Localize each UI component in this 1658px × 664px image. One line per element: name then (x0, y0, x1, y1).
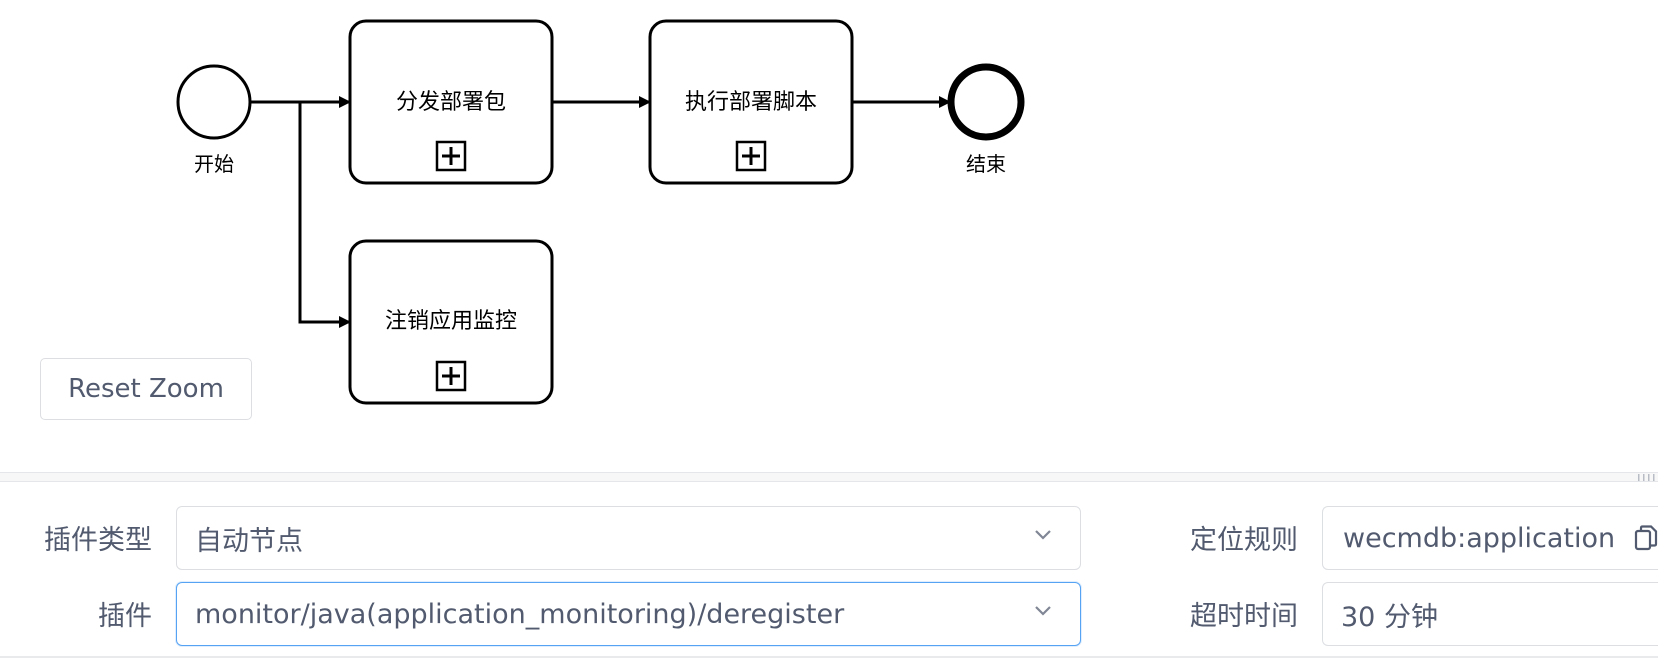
timeout-field[interactable]: 30 分钟 (1322, 582, 1658, 646)
start-event-label: 开始 (194, 152, 234, 176)
flow-start-to-deregister[interactable] (298, 102, 351, 328)
bottom-divider (0, 656, 1658, 658)
plugin-label: 插件 (98, 601, 152, 632)
subprocess-expand-icon[interactable] (435, 360, 467, 392)
splitter-grip-icon[interactable] (1638, 474, 1658, 481)
workflow-editor: 开始 分发部署包 执行部署脚本 注销应用监控 结束 Reset Zoom 插件类… (0, 0, 1658, 664)
locate-rule-label: 定位规则 (1190, 525, 1298, 556)
end-event[interactable] (947, 63, 1025, 141)
copy-icon[interactable] (1634, 525, 1658, 551)
plugin-value: monitor/java(application_monitoring)/der… (195, 598, 845, 630)
chevron-down-icon (1035, 606, 1051, 616)
node-properties-panel: 插件类型 自动节点 插件 monitor/java(application_mo… (0, 482, 1658, 664)
task-distribute-package[interactable]: 分发部署包 (348, 19, 554, 185)
subprocess-expand-icon[interactable] (735, 140, 767, 172)
timeout-value: 30 分钟 (1341, 601, 1438, 633)
start-event[interactable] (176, 64, 252, 140)
plugin-type-value: 自动节点 (195, 525, 303, 557)
task-execute-script-label: 执行部署脚本 (685, 90, 817, 115)
task-deregister-monitoring[interactable]: 注销应用监控 (348, 239, 554, 405)
plugin-select[interactable]: monitor/java(application_monitoring)/der… (176, 582, 1081, 646)
plugin-type-select[interactable]: 自动节点 (176, 506, 1081, 570)
locate-rule-value: wecmdb:application (1343, 522, 1616, 554)
timeout-label: 超时时间 (1190, 601, 1298, 632)
panel-splitter[interactable] (0, 472, 1658, 482)
reset-zoom-button[interactable]: Reset Zoom (40, 358, 252, 420)
plugin-type-label: 插件类型 (44, 525, 152, 556)
locate-rule-field[interactable]: wecmdb:application (1322, 506, 1658, 570)
task-execute-script[interactable]: 执行部署脚本 (648, 19, 854, 185)
chevron-down-icon (1035, 530, 1051, 540)
task-deregister-monitoring-label: 注销应用监控 (385, 309, 517, 334)
end-event-label: 结束 (966, 152, 1006, 176)
subprocess-expand-icon[interactable] (435, 140, 467, 172)
task-distribute-package-label: 分发部署包 (396, 90, 506, 115)
